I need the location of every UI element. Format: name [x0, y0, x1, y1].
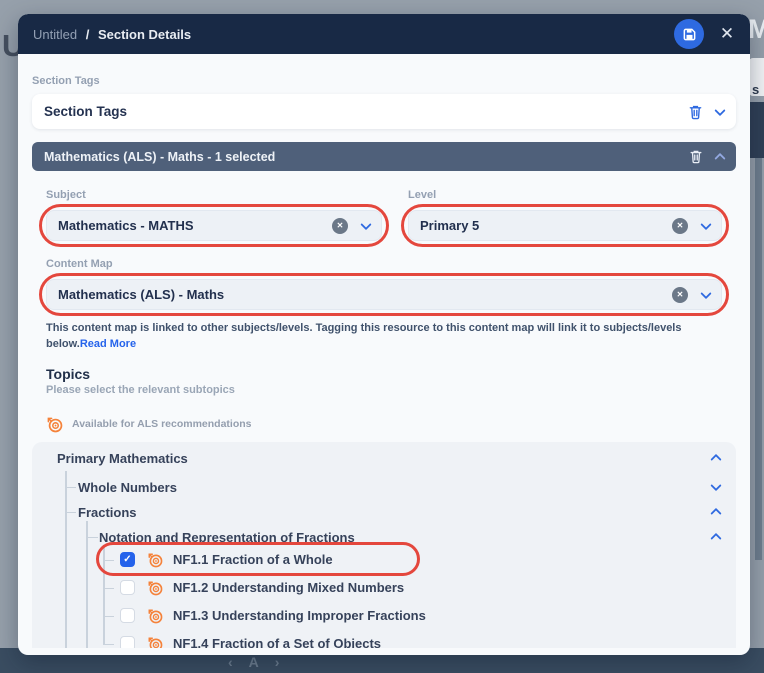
checkbox-nf1-2[interactable]: [120, 580, 135, 595]
tree-node-whole-numbers[interactable]: Whole Numbers: [32, 475, 736, 500]
chevron-down-icon[interactable]: [700, 218, 711, 229]
tree-node-nf1-4: NF1.4 Fraction of a Set of Objects: [32, 630, 736, 648]
content-map-select[interactable]: Mathematics (ALS) - Maths ✕: [46, 279, 722, 310]
tree-node-label: Primary Mathematics: [57, 451, 188, 466]
clear-icon[interactable]: ✕: [672, 218, 688, 234]
als-recommendation-icon: [147, 608, 163, 624]
chevron-left-icon: ‹: [228, 654, 233, 670]
section-tags-label: Section Tags: [32, 75, 736, 87]
checkbox-nf1-3[interactable]: [120, 608, 135, 623]
background-partial-letter: s: [752, 82, 759, 97]
section-tags-select[interactable]: Section Tags: [32, 94, 736, 129]
tree-node-nf1-3: NF1.3 Understanding Improper Fractions: [32, 602, 736, 630]
als-legend-text: Available for ALS recommendations: [72, 418, 252, 430]
tag-group-header[interactable]: Mathematics (ALS) - Maths - 1 selected: [32, 142, 736, 171]
als-recommendation-icon: [147, 636, 163, 648]
tree-node-label: NF1.4 Fraction of a Set of Objects: [173, 636, 381, 648]
tree-node-label: Fractions: [78, 505, 137, 520]
tree-node-label: NF1.1 Fraction of a Whole: [173, 552, 333, 567]
chevron-down-icon[interactable]: [700, 287, 711, 298]
background-bottom-nav: ‹ A ›: [228, 654, 279, 670]
section-details-modal: Untitled / Section Details ✕ Section Tag…: [18, 14, 750, 655]
clear-icon[interactable]: ✕: [332, 218, 348, 234]
close-icon[interactable]: ✕: [716, 23, 738, 45]
topics-tree: Primary Mathematics Whole Numbers Fracti…: [32, 442, 736, 648]
als-recommendation-icon: [147, 580, 163, 596]
chevron-icon[interactable]: [710, 508, 721, 519]
breadcrumb-untitled: Untitled: [33, 27, 77, 42]
info-text: This content map is linked to other subj…: [46, 322, 681, 350]
bottom-nav-label: A: [249, 654, 259, 670]
section-tags-value: Section Tags: [44, 104, 127, 119]
save-button[interactable]: [674, 19, 704, 49]
subject-select[interactable]: Mathematics - MATHS ✕: [46, 210, 382, 241]
tree-node-fractions[interactable]: Fractions: [32, 500, 736, 525]
checkbox-nf1-4[interactable]: [120, 636, 135, 648]
save-floppy-icon: [682, 27, 697, 42]
als-recommendation-icon: [147, 552, 163, 568]
breadcrumb-separator: /: [86, 27, 90, 42]
tree-node-primary-mathematics[interactable]: Primary Mathematics: [32, 446, 736, 471]
chevron-down-icon[interactable]: [360, 218, 371, 229]
checkbox-nf1-1[interactable]: [120, 552, 135, 567]
breadcrumb: Untitled / Section Details: [33, 27, 191, 42]
topics-title: Topics: [46, 366, 722, 382]
background-fragment: [755, 158, 762, 560]
level-label: Level: [408, 189, 722, 201]
content-map-label: Content Map: [46, 258, 722, 270]
page-title: Section Details: [98, 27, 191, 42]
modal-header: Untitled / Section Details ✕: [18, 14, 750, 54]
chevron-icon[interactable]: [710, 480, 721, 491]
tree-node-label: Notation and Representation of Fractions: [99, 530, 355, 545]
tag-group-title: Mathematics (ALS) - Maths - 1 selected: [44, 150, 275, 164]
clear-icon[interactable]: ✕: [672, 287, 688, 303]
content-map-info: This content map is linked to other subj…: [46, 321, 722, 353]
chevron-icon[interactable]: [710, 533, 721, 544]
tree-node-label: NF1.2 Understanding Mixed Numbers: [173, 580, 404, 595]
read-more-link[interactable]: Read More: [80, 338, 136, 350]
chevron-icon[interactable]: [710, 454, 721, 465]
trash-icon[interactable]: [688, 104, 703, 120]
subject-value: Mathematics - MATHS: [58, 218, 194, 233]
content-map-value: Mathematics (ALS) - Maths: [58, 287, 224, 302]
topics-subtitle: Please select the relevant subtopics: [46, 384, 722, 396]
tree-node-nf1-2: NF1.2 Understanding Mixed Numbers: [32, 574, 736, 602]
tree-node-label: Whole Numbers: [78, 480, 177, 495]
background-partial-letter: M: [748, 14, 764, 48]
chevron-up-icon[interactable]: [714, 152, 725, 163]
als-recommendation-icon: [46, 416, 63, 433]
subject-label: Subject: [46, 189, 382, 201]
tree-node-nf1-1: NF1.1 Fraction of a Whole: [32, 546, 736, 574]
chevron-right-icon: ›: [275, 654, 280, 670]
trash-icon[interactable]: [689, 149, 703, 164]
background-fragment: [749, 102, 764, 158]
chevron-down-icon[interactable]: [714, 104, 725, 115]
level-value: Primary 5: [420, 218, 479, 233]
als-legend: Available for ALS recommendations: [46, 416, 722, 433]
tree-node-label: NF1.3 Understanding Improper Fractions: [173, 608, 426, 623]
level-select[interactable]: Primary 5 ✕: [408, 210, 722, 241]
